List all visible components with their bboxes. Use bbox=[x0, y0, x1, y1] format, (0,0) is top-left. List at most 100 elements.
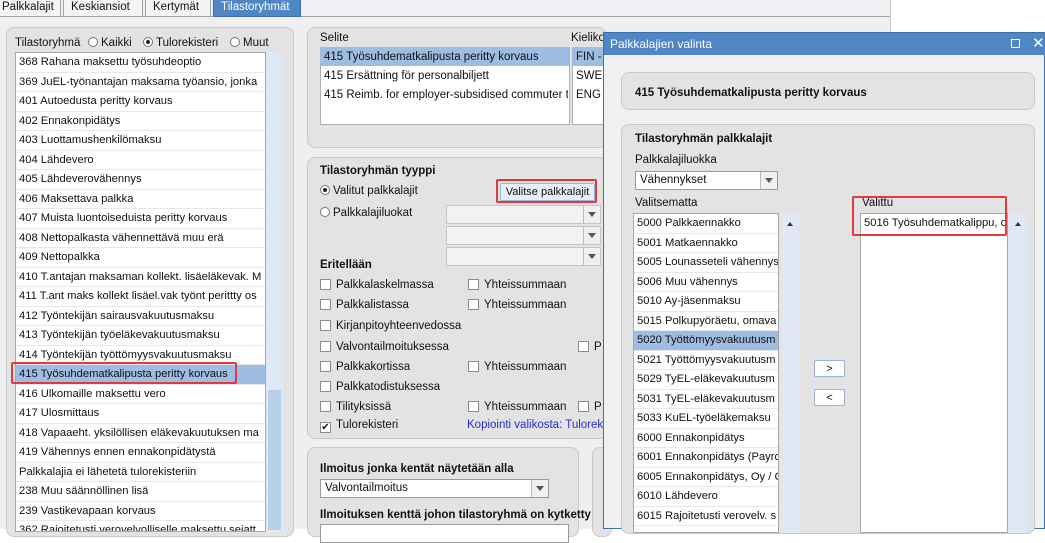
check-yhteissummaan-3[interactable]: Yhteissummaan bbox=[468, 361, 566, 373]
check-yhteissummaan-1[interactable]: Yhteissummaan bbox=[468, 279, 566, 291]
list-item[interactable]: 5001 Matkaennakko bbox=[634, 234, 778, 253]
list-item[interactable]: 412 Työntekijän sairausvakuutusmaksu bbox=[16, 307, 265, 326]
checkbox-icon bbox=[320, 381, 331, 392]
highlight-box-415 bbox=[11, 362, 237, 384]
list-item[interactable]: 408 Nettopalkasta vähennettävä muu erä bbox=[16, 229, 265, 248]
chevron-down-icon[interactable] bbox=[583, 227, 600, 244]
list-item[interactable]: 238 Muu säännöllinen lisä bbox=[16, 482, 265, 502]
list-item[interactable]: 5031 TyEL-eläkevakuutusm bbox=[634, 390, 778, 409]
check-palkkakortissa[interactable]: Palkkakortissa bbox=[320, 361, 410, 373]
check-palkkalistassa[interactable]: Palkkalistassa bbox=[320, 299, 409, 311]
close-icon[interactable]: ✕ bbox=[1032, 34, 1045, 52]
list-item[interactable]: 5021 Työttömyysvakuutusm bbox=[634, 351, 778, 370]
list-item[interactable]: 413 Työntekijän työeläkevakuutusmaksu bbox=[16, 326, 265, 346]
list-item[interactable]: 369 JuEL-työnantajan maksama työansio, j… bbox=[16, 73, 265, 92]
list-item[interactable]: 5015 Polkupyöräetu, omava bbox=[634, 312, 778, 331]
tab-kertymat[interactable]: Kertymät bbox=[145, 0, 211, 17]
list-item[interactable]: 6001 Ennakonpidätys (Payro bbox=[634, 448, 778, 468]
chevron-down-icon[interactable] bbox=[760, 172, 777, 189]
tab-bar: Palkkalajit Keskiansiot Kertymät Tilasto… bbox=[0, 0, 890, 17]
check-valvontailmoituksessa[interactable]: Valvontailmoituksessa bbox=[320, 341, 449, 353]
check-yhteissummaan-4[interactable]: Yhteissummaan bbox=[468, 401, 566, 413]
valitsematta-scrollbar[interactable] bbox=[781, 213, 799, 533]
kielikoodi-value[interactable]: SWE bbox=[576, 70, 602, 82]
list-item[interactable]: 5029 TyEL-eläkevakuutusm bbox=[634, 370, 778, 390]
luokka-combo[interactable]: Vähennykset bbox=[635, 171, 778, 190]
list-item[interactable]: 5005 Lounasseteli vähennys bbox=[634, 253, 778, 273]
radio-muut[interactable]: Muut bbox=[230, 37, 269, 49]
radio-kaikki[interactable]: Kaikki bbox=[88, 37, 132, 49]
luokka-combo-3[interactable] bbox=[446, 247, 601, 266]
list-item[interactable]: 406 Maksettava palkka bbox=[16, 190, 265, 209]
radio-valitut-palkkalajit[interactable]: Valitut palkkalajit bbox=[320, 185, 418, 197]
radio-tulorekisteri[interactable]: Tulorekisteri bbox=[143, 37, 218, 49]
radio-icon bbox=[320, 207, 330, 217]
left-scrollbar-thumb[interactable] bbox=[268, 390, 281, 530]
list-item[interactable]: 5010 Ay-jäsenmaksu bbox=[634, 292, 778, 312]
list-item[interactable]: Palkkalajia ei lähetetä tulorekisteriin bbox=[16, 463, 265, 482]
chevron-down-icon[interactable] bbox=[531, 480, 548, 497]
check-palkkatodistuksessa[interactable]: Palkkatodistuksessa bbox=[320, 381, 440, 393]
kielikoodi-value[interactable]: ENG bbox=[576, 89, 601, 101]
list-item[interactable]: 417 Ulosmittaus bbox=[16, 404, 265, 424]
list-item[interactable]: 411 T.ant maks kollekt lisäel.vak työnt … bbox=[16, 287, 265, 307]
list-item[interactable]: 416 Ulkomaille maksettu vero bbox=[16, 385, 265, 404]
list-item[interactable]: 419 Vähennys ennen ennakonpidätystä bbox=[16, 443, 265, 463]
list-item[interactable]: 6005 Ennakonpidätys, Oy / C bbox=[634, 468, 778, 487]
checkbox-icon bbox=[578, 341, 589, 352]
chevron-down-icon[interactable] bbox=[583, 248, 600, 265]
list-item[interactable]: 5020 Työttömyysvakuutusm bbox=[634, 331, 778, 351]
list-item[interactable]: 5000 Palkkaennakko bbox=[634, 214, 778, 234]
valitsematta-list[interactable]: 5000 Palkkaennakko 5001 Matkaennakko 5005 … bbox=[633, 213, 779, 533]
list-item[interactable]: 403 Luottamushenkilömaksu bbox=[16, 131, 265, 151]
luokka-combo-2[interactable] bbox=[446, 226, 601, 245]
tilastoryhma-list[interactable]: 368 Rahana maksettu työsuhdeoptio 369 JuE… bbox=[15, 52, 266, 532]
valittu-scrollbar[interactable] bbox=[1009, 213, 1027, 533]
list-item[interactable]: 405 Lähdeverovähennys bbox=[16, 170, 265, 190]
list-item[interactable]: 6015 Rajoitetusti verovelv. s bbox=[634, 507, 778, 526]
scroll-up-icon[interactable] bbox=[787, 222, 793, 226]
list-item[interactable]: 5006 Muu vähennys bbox=[634, 273, 778, 292]
check-p-2[interactable]: P bbox=[578, 401, 602, 413]
list-item[interactable]: 407 Muista luontoiseduista peritty korva… bbox=[16, 209, 265, 229]
tab-palkkalajit[interactable]: Palkkalajit bbox=[0, 0, 61, 17]
check-p-1[interactable]: P bbox=[578, 341, 602, 353]
list-item[interactable]: 409 Nettopalkka bbox=[16, 248, 265, 268]
selite-row-text[interactable]: 415 Työsuhdematkalipusta peritty korvaus bbox=[324, 51, 539, 63]
list-item[interactable]: 362 Rajoitetusti verovelvolliselle makse… bbox=[16, 521, 265, 531]
remove-button[interactable]: < bbox=[814, 389, 845, 406]
checkbox-icon bbox=[320, 341, 331, 352]
list-item[interactable]: 401 Autoedusta peritty korvaus bbox=[16, 92, 265, 112]
ilmoitus-label: Ilmoitus jonka kentät näytetään alla bbox=[320, 463, 514, 475]
scroll-up-icon[interactable] bbox=[1015, 222, 1021, 226]
kielikoodi-value[interactable]: FIN - bbox=[576, 51, 602, 63]
selite-row-text[interactable]: 415 Ersättning för personalbiljett bbox=[324, 70, 489, 82]
list-item[interactable]: 239 Vastikevapaan korvaus bbox=[16, 502, 265, 521]
list-item[interactable]: 368 Rahana maksettu työsuhdeoptio bbox=[16, 53, 265, 73]
check-tulorekisteri[interactable]: ✔ Tulorekisteri bbox=[320, 419, 398, 433]
check-kirjanpitoyhteenvedossa[interactable]: Kirjanpitoyhteenvedossa bbox=[320, 320, 461, 332]
tab-tilastoryhmat[interactable]: Tilastoryhmät bbox=[213, 0, 301, 17]
ilmoitus-combo[interactable]: Valvontailmoitus bbox=[320, 479, 549, 498]
list-item[interactable]: 5033 KuEL-työeläkemaksu bbox=[634, 409, 778, 429]
valittu-list[interactable]: 5016 Työsuhdematkalippu, o bbox=[860, 213, 1008, 533]
list-item[interactable]: 410 T.antajan maksaman kollekt. lisäeläk… bbox=[16, 268, 265, 287]
ilmoitus-kentta-label: Ilmoituksen kenttä johon tilastoryhmä on… bbox=[320, 509, 591, 521]
list-item[interactable]: 402 Ennakonpidätys bbox=[16, 112, 265, 131]
check-palkkalaskelmassa[interactable]: Palkkalaskelmassa bbox=[320, 279, 434, 291]
ilmoitus-kentta-combo[interactable] bbox=[320, 524, 569, 543]
list-item[interactable]: 6000 Ennakonpidätys bbox=[634, 429, 778, 448]
maximize-icon[interactable] bbox=[1011, 39, 1020, 48]
list-item[interactable]: 418 Vapaaeht. yksilöllisen eläkevakuutuk… bbox=[16, 424, 265, 443]
check-tilityksissa[interactable]: Tilityksissä bbox=[320, 401, 391, 413]
check-yhteissummaan-2[interactable]: Yhteissummaan bbox=[468, 299, 566, 311]
radio-palkkalajiluokat[interactable]: Palkkalajiluokat bbox=[320, 207, 412, 219]
tab-keskiansiot[interactable]: Keskiansiot bbox=[63, 0, 143, 17]
add-button[interactable]: > bbox=[814, 360, 845, 377]
luokka-combo-1[interactable] bbox=[446, 205, 601, 224]
selite-row-text[interactable]: 415 Reimb. for employer-subsidised commu… bbox=[324, 89, 568, 101]
kielikoodi-header: Kieliko bbox=[571, 32, 605, 44]
chevron-down-icon[interactable] bbox=[583, 206, 600, 223]
list-item[interactable]: 6010 Lähdevero bbox=[634, 487, 778, 507]
list-item[interactable]: 404 Lähdevero bbox=[16, 151, 265, 170]
